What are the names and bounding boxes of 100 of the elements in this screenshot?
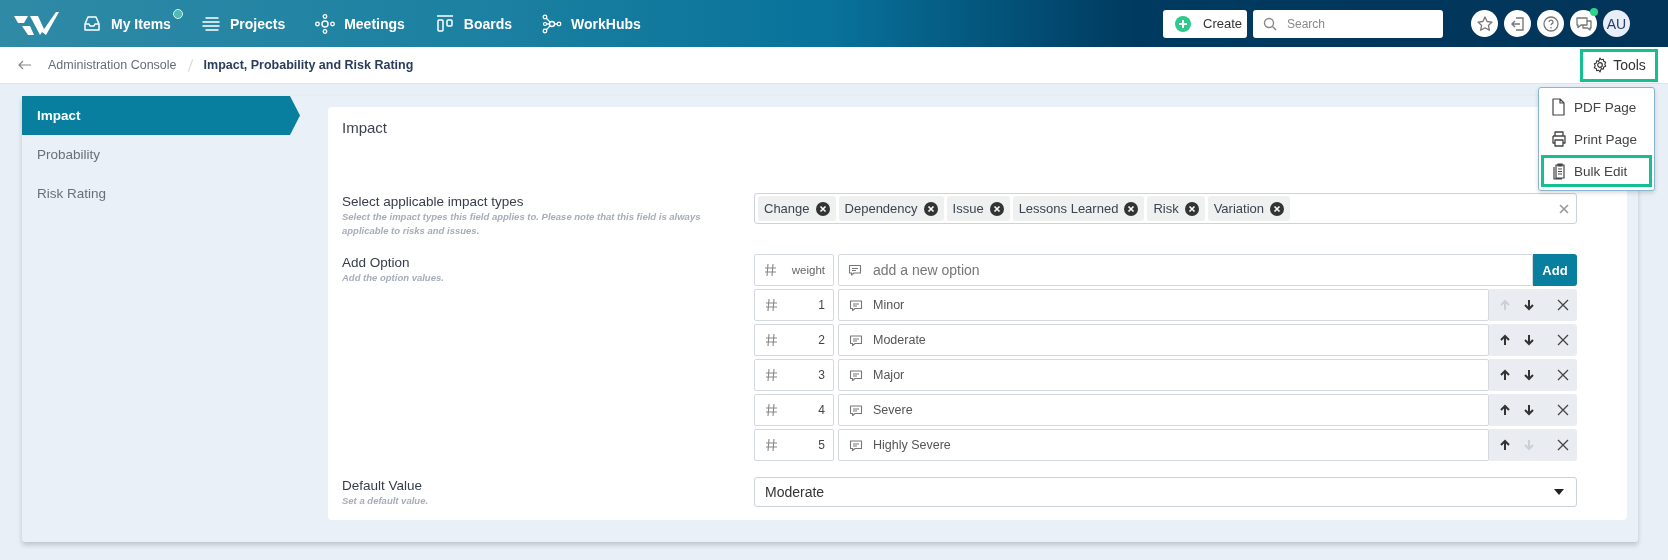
nodes-icon bbox=[542, 13, 563, 34]
logo-icon bbox=[12, 9, 60, 38]
field-label: Add Option bbox=[342, 255, 411, 270]
close-icon[interactable] bbox=[1557, 404, 1569, 416]
star-icon bbox=[1475, 14, 1494, 33]
nav-link[interactable]: WorkHubs bbox=[542, 8, 653, 39]
sidebar-item[interactable]: Risk Rating bbox=[22, 174, 300, 213]
back-arrow-icon bbox=[18, 60, 32, 70]
tag-label: Issue bbox=[952, 201, 984, 216]
hash-icon bbox=[765, 298, 778, 312]
option-field[interactable]: Severe bbox=[838, 394, 1489, 426]
nav-link[interactable]: Boards bbox=[434, 8, 525, 39]
plus-icon bbox=[1175, 15, 1191, 32]
remove-icon[interactable] bbox=[1184, 201, 1199, 216]
weight-field[interactable]: 2 bbox=[754, 324, 834, 356]
close-icon[interactable] bbox=[1557, 299, 1569, 311]
comment-icon bbox=[849, 403, 863, 417]
up-arrow-icon[interactable] bbox=[1499, 369, 1511, 381]
clipboard-icon bbox=[1550, 162, 1568, 180]
hash-icon bbox=[764, 263, 777, 277]
field-hint: Set a default value. bbox=[342, 494, 430, 508]
star-button[interactable] bbox=[1471, 10, 1498, 37]
hash-icon bbox=[765, 368, 778, 382]
close-icon[interactable] bbox=[1557, 439, 1569, 451]
exit-button[interactable] bbox=[1504, 10, 1531, 37]
weight-field[interactable]: 5 bbox=[754, 429, 834, 461]
nav-link[interactable]: Projects bbox=[200, 8, 298, 39]
breadcrumb-link[interactable]: Impact, Probability and Risk Rating bbox=[203, 58, 414, 72]
hash-icon bbox=[765, 438, 778, 452]
menu-item[interactable]: Bulk Edit bbox=[1541, 155, 1652, 187]
inbox-icon bbox=[82, 13, 102, 34]
comment-icon bbox=[848, 263, 862, 277]
create-button[interactable]: Create bbox=[1163, 9, 1247, 38]
search-field[interactable]: Search bbox=[1253, 9, 1443, 38]
comment-icon bbox=[849, 438, 863, 452]
down-arrow-icon[interactable] bbox=[1523, 369, 1535, 381]
down-arrow-icon[interactable] bbox=[1523, 404, 1535, 416]
section-title: Impact bbox=[342, 119, 388, 136]
clear-icon[interactable] bbox=[1558, 202, 1570, 215]
nav-link[interactable]: My Items bbox=[82, 8, 183, 39]
remove-icon[interactable] bbox=[815, 201, 830, 216]
remove-icon[interactable] bbox=[989, 201, 1004, 216]
sidebar-item[interactable]: Impact bbox=[22, 96, 300, 135]
tag-label: Risk bbox=[1153, 201, 1179, 216]
tag-label: Variation bbox=[1213, 201, 1264, 216]
up-arrow-icon[interactable] bbox=[1499, 404, 1511, 416]
notification-dot bbox=[1590, 8, 1598, 16]
weight-field[interactable]: weight bbox=[754, 254, 834, 286]
gear-icon bbox=[1592, 57, 1609, 73]
hash-icon bbox=[765, 333, 778, 347]
chat-icon bbox=[1574, 14, 1593, 33]
field-label: Select applicable impact types bbox=[342, 194, 525, 209]
down-arrow-icon[interactable] bbox=[1523, 299, 1535, 311]
option-field[interactable]: Moderate bbox=[838, 324, 1489, 356]
comment-icon bbox=[849, 333, 863, 347]
close-icon[interactable] bbox=[1557, 369, 1569, 381]
user-avatar[interactable]: AU bbox=[1603, 10, 1630, 37]
field-hint: Select the impact types this field applies to. Please note that this field is always applicable to risks and issues. bbox=[342, 210, 702, 238]
up-arrow-icon[interactable] bbox=[1499, 439, 1511, 451]
comment-icon bbox=[849, 298, 863, 312]
field-label: Default Value bbox=[342, 478, 424, 493]
remove-icon[interactable] bbox=[1124, 201, 1139, 216]
notification-dot bbox=[172, 8, 183, 19]
tag-field[interactable]: Change Dependency Issue Lessons Learned Risk Variation bbox=[754, 193, 1577, 224]
printer-icon bbox=[1550, 130, 1568, 148]
breadcrumb-link[interactable]: Administration Console bbox=[48, 58, 177, 72]
tag-label: Dependency bbox=[844, 201, 918, 216]
remove-icon[interactable] bbox=[923, 201, 938, 216]
comment-icon bbox=[849, 368, 863, 382]
down-arrow-icon[interactable] bbox=[1523, 334, 1535, 346]
network-icon bbox=[315, 13, 336, 34]
field-hint: Add the option values. bbox=[342, 271, 445, 285]
back-button[interactable] bbox=[18, 60, 32, 70]
menu-item[interactable]: Print Page bbox=[1541, 123, 1652, 155]
dropdown-caret-icon bbox=[1554, 489, 1564, 495]
weight-field[interactable]: 3 bbox=[754, 359, 834, 391]
remove-icon[interactable] bbox=[1270, 201, 1284, 216]
tag-label: Lessons Learned bbox=[1018, 201, 1119, 216]
weight-field[interactable]: 1 bbox=[754, 289, 834, 321]
menu-item[interactable]: PDF Page bbox=[1541, 91, 1652, 123]
option-field[interactable]: Minor bbox=[838, 289, 1489, 321]
sidebar-item[interactable]: Probability bbox=[22, 135, 300, 174]
document-icon bbox=[1550, 98, 1568, 116]
option-field[interactable]: Highly Severe bbox=[838, 429, 1489, 461]
help-button[interactable] bbox=[1537, 10, 1564, 37]
search-icon bbox=[1263, 16, 1277, 31]
tools-button[interactable]: Tools bbox=[1580, 48, 1658, 82]
close-icon[interactable] bbox=[1557, 334, 1569, 346]
option-field[interactable]: Major bbox=[838, 359, 1489, 391]
default-value-select[interactable]: Moderate bbox=[754, 477, 1577, 507]
tag-label: Change bbox=[764, 201, 810, 216]
chat-button[interactable] bbox=[1570, 10, 1597, 37]
up-arrow-icon[interactable] bbox=[1499, 334, 1511, 346]
hash-icon bbox=[765, 403, 778, 417]
option-field[interactable]: add a new option bbox=[838, 254, 1533, 286]
help-icon bbox=[1541, 14, 1560, 33]
boards-icon bbox=[434, 13, 455, 34]
add-button[interactable]: Add bbox=[1533, 254, 1577, 286]
weight-field[interactable]: 4 bbox=[754, 394, 834, 426]
nav-link[interactable]: Meetings bbox=[315, 8, 417, 39]
